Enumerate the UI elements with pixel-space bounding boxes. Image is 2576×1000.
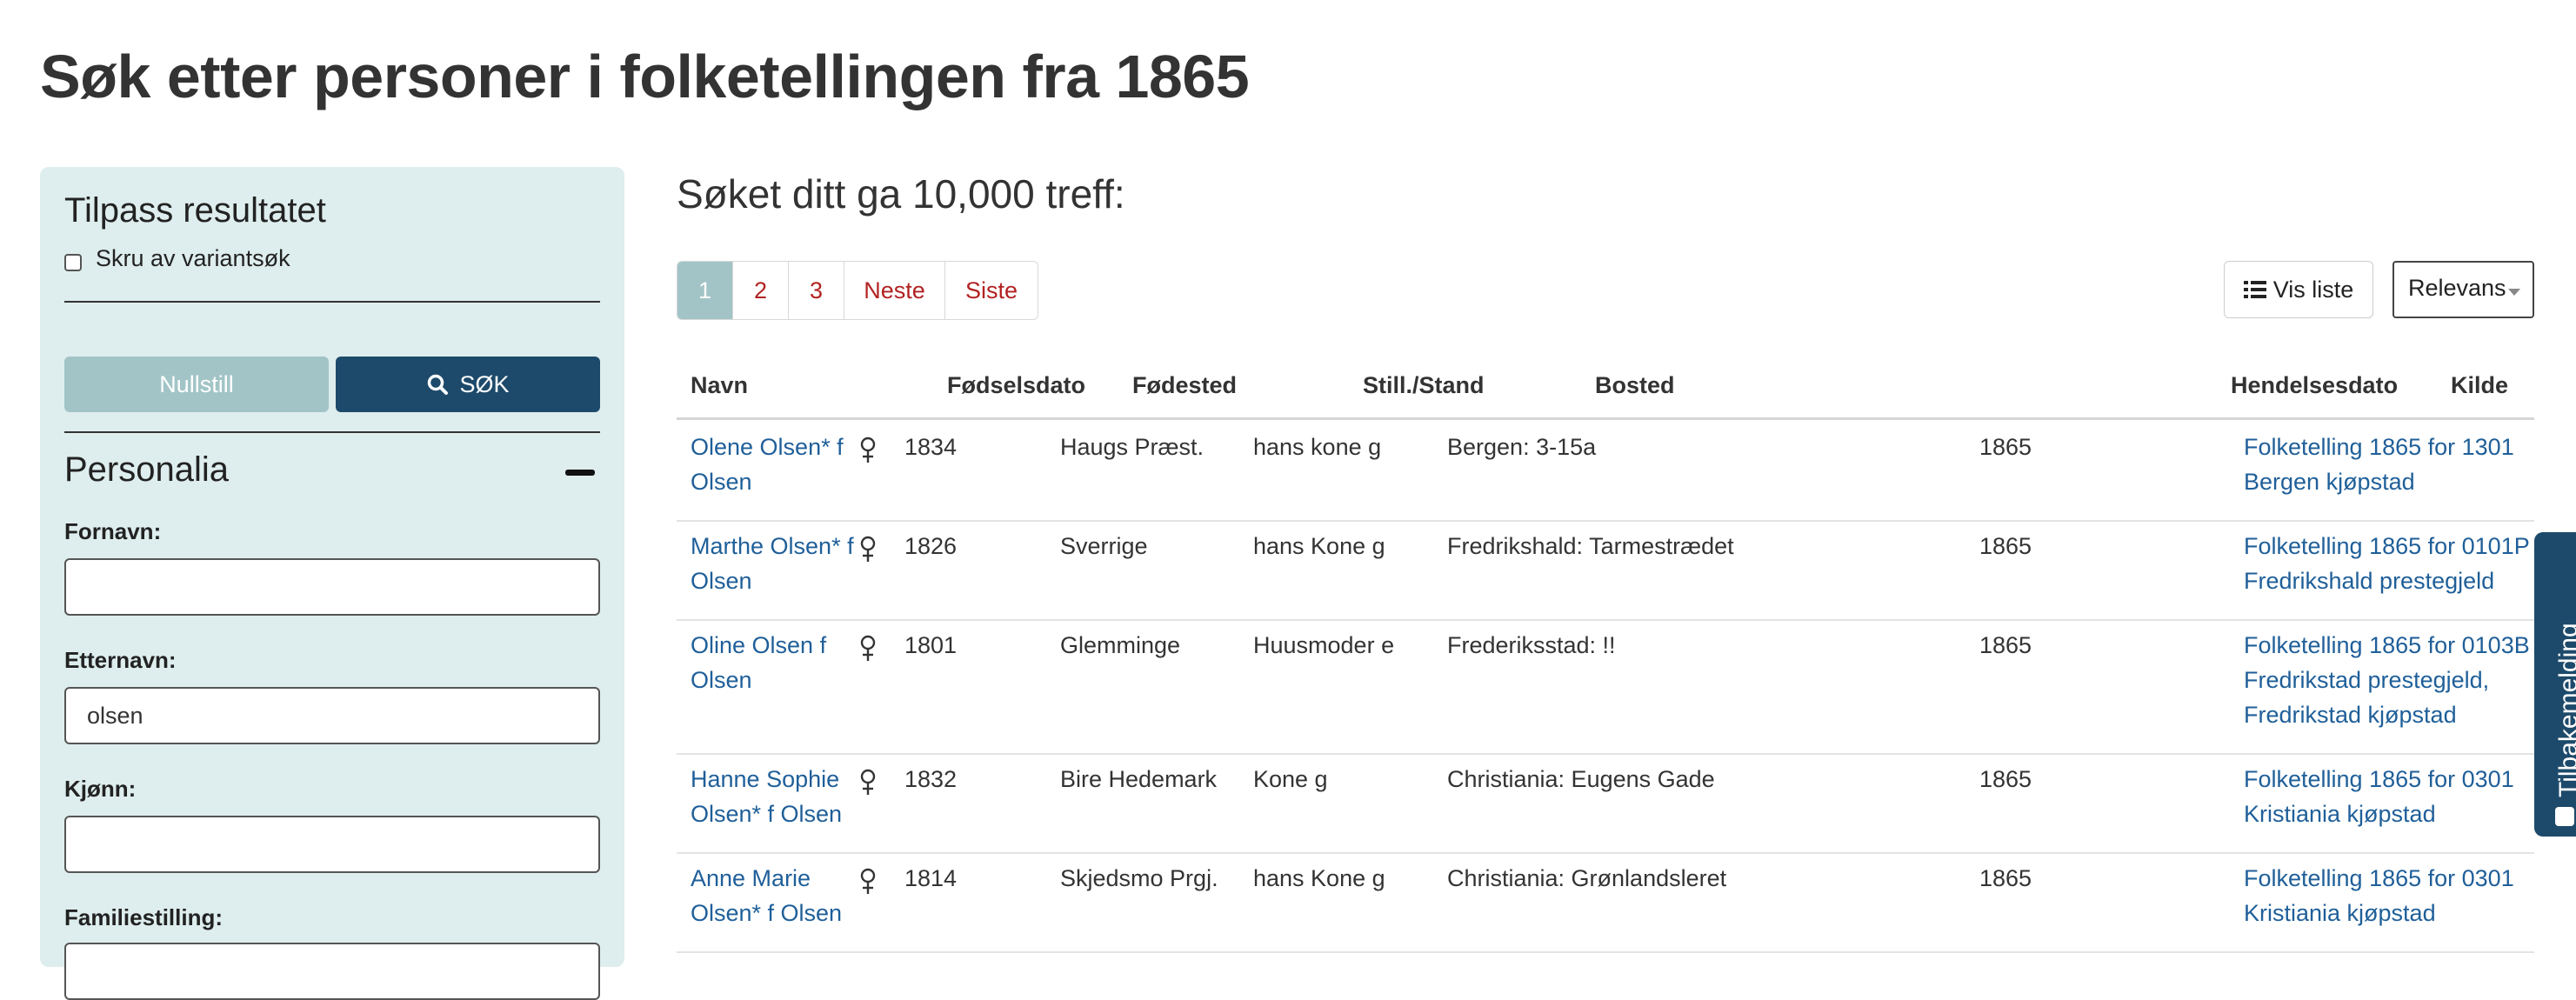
variant-search-label: Skru av variantsøk — [96, 245, 290, 271]
source-link[interactable]: Folketelling 1865 for 0301 Kristiania kj… — [2244, 762, 2514, 831]
family-position-label: Familiestilling: — [64, 904, 224, 930]
source-link[interactable]: Folketelling 1865 for 0301 Kristiania kj… — [2244, 861, 2514, 930]
source-link[interactable]: Folketelling 1865 for 1301 Bergen kjøpst… — [2244, 430, 2514, 499]
column-header-birth-date[interactable]: Fødselsdato — [947, 372, 1085, 399]
column-header-birth-place[interactable]: Fødested — [1132, 372, 1237, 399]
birth-date-cell: 1814 — [904, 865, 958, 891]
column-header-name[interactable]: Navn — [691, 372, 748, 399]
page-1[interactable]: 1 — [677, 262, 733, 319]
first-name-input[interactable] — [64, 558, 600, 616]
search-button-label: SØK — [459, 370, 510, 397]
view-list-button[interactable]: Vis liste — [2224, 261, 2373, 318]
table-row: Anne Marie Olsen* f Olsen 1814 Skjedsmo Pr… — [677, 852, 2534, 953]
divider — [64, 301, 600, 303]
residence-cell: Christiania: Eugens Gade — [1447, 766, 1715, 792]
sort-select-value: Relevans — [2408, 275, 2506, 301]
sidebar-heading: Tilpass resultatet — [64, 191, 326, 230]
event-date-cell: 1865 — [1979, 865, 2032, 891]
female-icon — [860, 635, 876, 661]
position-cell: Huusmoder e — [1253, 632, 1395, 658]
person-name-link[interactable]: Hanne Sophie Olsen* f Olsen — [691, 762, 842, 831]
page-title: Søk etter personer i folketellingen fra … — [40, 43, 1250, 110]
variant-search-checkbox[interactable] — [64, 253, 82, 271]
birth-place-cell: Bire Hedemark — [1060, 766, 1218, 792]
feedback-tab[interactable]: Tilbakemelding — [2534, 532, 2576, 837]
pagination: 1 2 3 Neste Siste — [677, 261, 1038, 320]
last-name-label: Etternavn: — [64, 647, 177, 673]
gender-input[interactable] — [64, 816, 600, 873]
birth-place-cell: Skjedsmo Prgj. — [1060, 865, 1218, 891]
divider — [64, 431, 600, 433]
family-position-input[interactable] — [64, 943, 600, 1000]
birth-place-cell: Glemminge — [1060, 632, 1181, 658]
birth-date-cell: 1826 — [904, 533, 958, 559]
residence-cell: Christiania: Grønlandsleret — [1447, 865, 1727, 891]
list-icon — [2243, 281, 2266, 298]
column-header-residence[interactable]: Bosted — [1595, 372, 1675, 399]
results-table-header: Navn Fødselsdato Fødested Still./Stand B… — [677, 363, 2534, 420]
residence-cell: Fredrikshald: Tarmestrædet — [1447, 533, 1734, 559]
collapse-icon[interactable] — [565, 470, 595, 476]
search-button[interactable]: SØK — [336, 357, 600, 412]
feedback-icon — [2555, 807, 2574, 826]
female-icon — [860, 437, 876, 463]
page-next[interactable]: Neste — [844, 262, 945, 319]
sort-select[interactable]: Relevans — [2392, 261, 2534, 318]
female-icon — [860, 868, 876, 894]
birth-place-cell: Sverrige — [1060, 533, 1148, 559]
position-cell: Kone g — [1253, 766, 1328, 792]
position-cell: hans Kone g — [1253, 865, 1385, 891]
page-3[interactable]: 3 — [789, 262, 844, 319]
person-name-link[interactable]: Anne Marie Olsen* f Olsen — [691, 861, 842, 930]
feedback-label: Tilbakemelding — [2554, 623, 2576, 797]
position-cell: hans kone g — [1253, 434, 1382, 460]
source-link[interactable]: Folketelling 1865 for 0103B Fredrikstad … — [2244, 628, 2530, 732]
female-icon — [860, 536, 876, 562]
birth-date-cell: 1801 — [904, 632, 958, 658]
table-row: Olene Olsen* f Olsen 1834 Haugs Præst. hans… — [677, 421, 2534, 522]
filter-sidebar: Tilpass resultatet Skru av variantsøk Nu… — [40, 167, 624, 1000]
results-heading: Søket ditt ga 10,000 treff: — [677, 171, 1125, 217]
birth-place-cell: Haugs Præst. — [1060, 434, 1205, 460]
table-row: Hanne Sophie Olsen* f Olsen 1832 Bire Hede… — [677, 753, 2534, 854]
search-icon — [428, 374, 449, 395]
section-title-personalia: Personalia — [64, 450, 230, 489]
birth-date-cell: 1834 — [904, 434, 958, 460]
event-date-cell: 1865 — [1979, 434, 2032, 460]
birth-date-cell: 1832 — [904, 766, 958, 792]
event-date-cell: 1865 — [1979, 632, 2032, 658]
event-date-cell: 1865 — [1979, 766, 2032, 792]
column-header-position[interactable]: Still./Stand — [1363, 372, 1485, 399]
female-icon — [860, 769, 876, 795]
source-link[interactable]: Folketelling 1865 for 0101P Fredrikshald… — [2244, 529, 2530, 598]
gender-label: Kjønn: — [64, 776, 137, 802]
column-header-source[interactable]: Kilde — [2451, 372, 2508, 399]
first-name-label: Fornavn: — [64, 518, 162, 544]
reset-button[interactable]: Nullstill — [64, 357, 329, 412]
page-2[interactable]: 2 — [733, 262, 789, 319]
person-name-link[interactable]: Olene Olsen* f Olsen — [691, 430, 844, 499]
chevron-down-icon — [2508, 289, 2520, 296]
view-list-label: Vis liste — [2272, 276, 2354, 303]
column-header-event-date[interactable]: Hendelsesdato — [2231, 372, 2398, 399]
last-name-input[interactable]: olsen — [64, 687, 600, 744]
person-name-link[interactable]: Marthe Olsen* f Olsen — [691, 529, 854, 598]
residence-cell: Frederiksstad: !! — [1447, 632, 1616, 658]
table-row: Oline Olsen f Olsen 1801 Glemminge Huusmode… — [677, 619, 2534, 755]
page-last[interactable]: Siste — [945, 262, 1038, 319]
residence-cell: Bergen: 3-15a — [1447, 434, 1597, 460]
position-cell: hans Kone g — [1253, 533, 1385, 559]
variant-search-toggle[interactable]: Skru av variantsøk — [64, 245, 290, 272]
person-name-link[interactable]: Oline Olsen f Olsen — [691, 628, 826, 697]
event-date-cell: 1865 — [1979, 533, 2032, 559]
table-row: Marthe Olsen* f Olsen 1826 Sverrige hans Ko… — [677, 520, 2534, 621]
